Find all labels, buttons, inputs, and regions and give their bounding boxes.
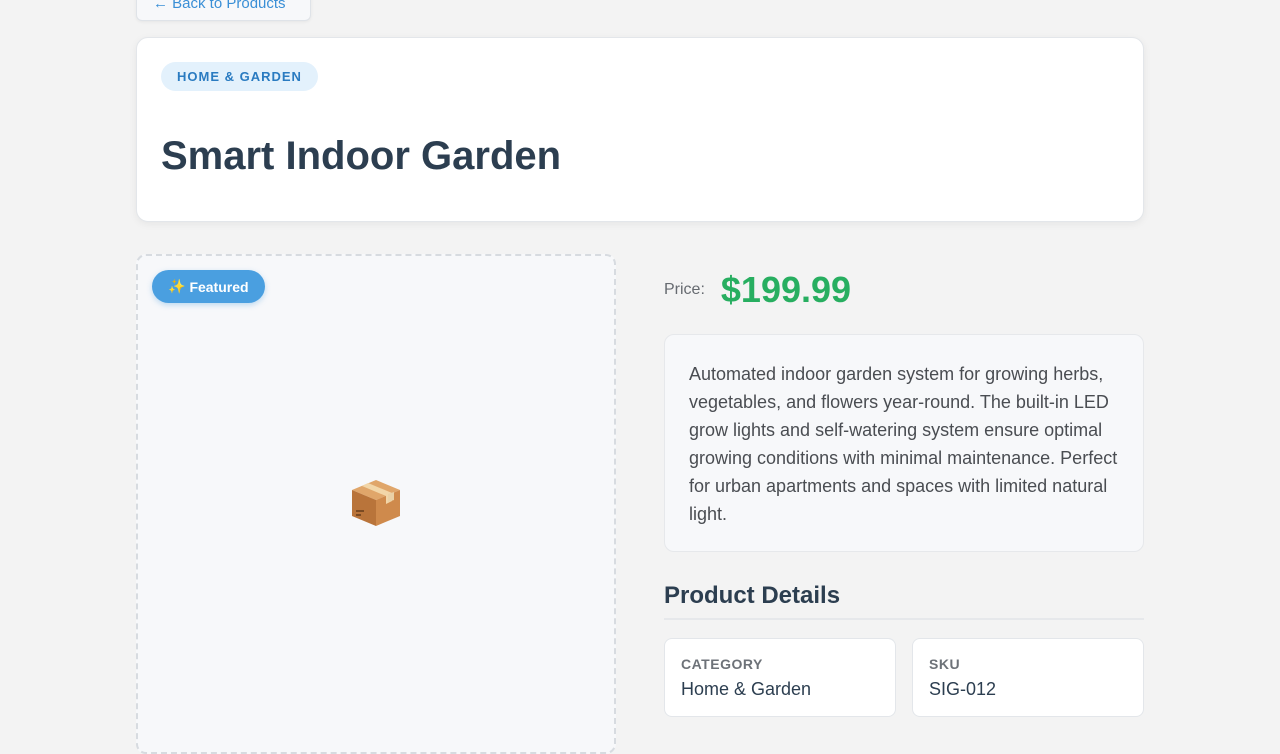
detail-value: SIG-012	[929, 679, 997, 699]
detail-card-category: CATEGORY Home & Garden	[664, 638, 896, 717]
product-header-card: HOME & GARDEN Smart Indoor Garden	[136, 37, 1144, 222]
price-label: Price:	[664, 281, 705, 298]
detail-label: SKU	[929, 656, 961, 672]
category-badge: HOME & GARDEN	[161, 62, 318, 91]
back-to-products-button[interactable]: ← Back to Products	[136, 0, 311, 21]
page-title: Smart Indoor Garden	[161, 134, 562, 178]
featured-badge: ✨ Featured	[152, 270, 265, 303]
detail-label: CATEGORY	[681, 656, 763, 672]
detail-card-sku: SKU SIG-012	[912, 638, 1144, 717]
product-image-panel: ✨ Featured	[136, 254, 616, 754]
product-description: Automated indoor garden system for growi…	[664, 334, 1144, 552]
detail-value: Home & Garden	[681, 679, 812, 699]
price-row: Price: $199.99	[664, 269, 852, 310]
featured-badge-label: Featured	[189, 278, 249, 295]
description-text: Automated indoor garden system for growi…	[689, 364, 1118, 524]
back-button-label: ← Back to Products	[153, 0, 286, 12]
product-details-heading: Product Details	[664, 582, 1144, 620]
sparkle-icon: ✨	[168, 278, 186, 294]
package-icon	[352, 480, 400, 526]
category-badge-label: HOME & GARDEN	[177, 69, 302, 84]
price-value: $199.99	[720, 269, 852, 310]
